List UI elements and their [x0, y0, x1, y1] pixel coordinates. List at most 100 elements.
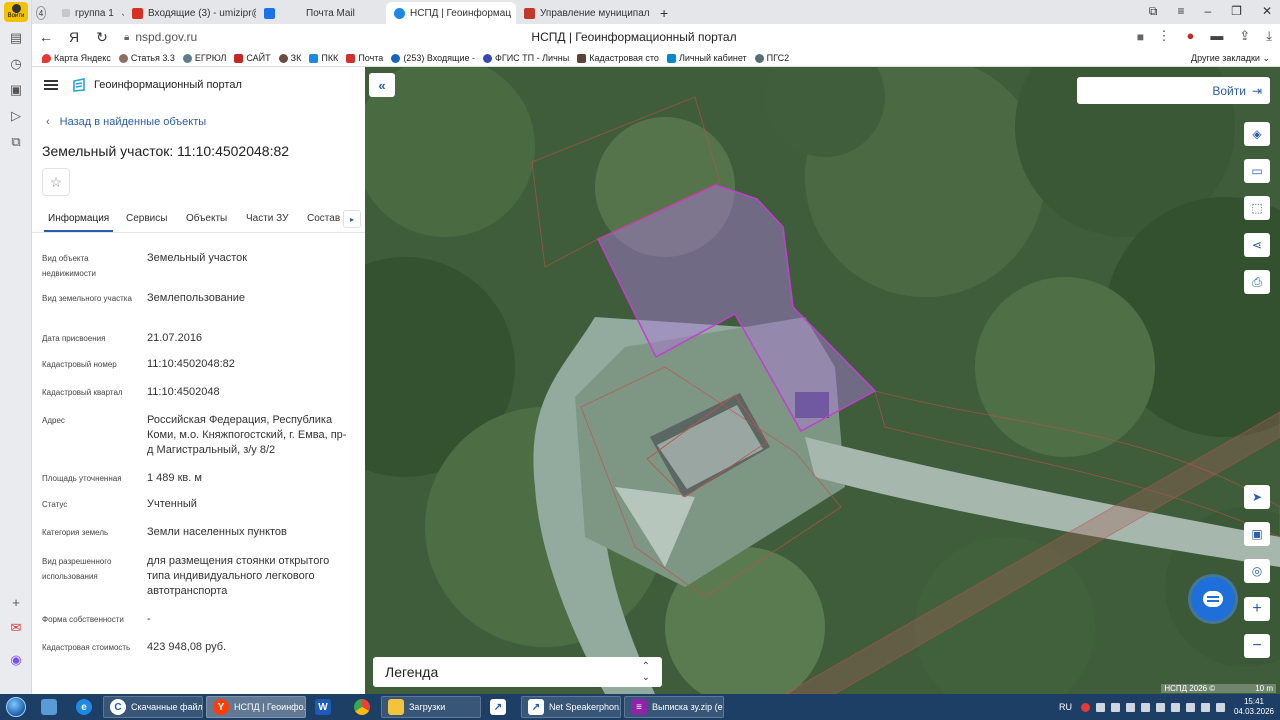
bookmarks-icon[interactable]: ⧉ [1149, 4, 1158, 19]
bookmark-item[interactable]: Личный кабинет [666, 53, 747, 63]
tray-icon[interactable] [1155, 702, 1165, 712]
tab-services[interactable]: Сервисы [126, 213, 167, 224]
chat-button[interactable] [1191, 577, 1235, 621]
bookmark-item[interactable]: ПКК [309, 53, 338, 63]
bookmark-icon[interactable]: ■ [1137, 30, 1144, 44]
share-icon[interactable]: ⇪ [1239, 28, 1250, 44]
bookmark-item[interactable]: Карта Яндекс [42, 53, 111, 63]
measure-button[interactable]: ▭ [1244, 159, 1270, 183]
history-icon[interactable]: ◷ [6, 54, 26, 74]
tab-mail[interactable]: Почта Mail [256, 2, 386, 24]
bookmark-item[interactable]: ЕГРЮЛ [182, 53, 226, 63]
my-location-button[interactable]: ◎ [1244, 559, 1270, 583]
taskbar-pin[interactable]: e [70, 696, 100, 718]
tray-icon[interactable] [1110, 702, 1120, 712]
clock[interactable]: 15:41 04.03.2026 [1234, 697, 1274, 717]
tab-information[interactable]: Информация [43, 213, 114, 232]
attribute-key: Вид разрешенного использования [42, 557, 112, 581]
taskbar-pin[interactable] [35, 696, 67, 718]
mail-icon[interactable]: ✉ [6, 618, 26, 638]
tab-objects[interactable]: Объекты [186, 213, 227, 224]
tab-composition[interactable]: Состав [307, 213, 340, 224]
download-icon[interactable]: ▬ [1210, 28, 1223, 44]
tab-municipal[interactable]: Управление муниципал [516, 2, 652, 24]
tabs-scroll-right-button[interactable]: ▸ [343, 210, 361, 228]
layers-button[interactable]: ◈ [1244, 122, 1270, 146]
taskbar-window[interactable]: Y НСПД | Геоинфо... [206, 696, 306, 718]
taskbar-pin[interactable]: W [309, 696, 345, 718]
minimap-button[interactable]: ▣ [1244, 522, 1270, 546]
downloads-icon[interactable]: ⤓ [1266, 28, 1272, 44]
minimize-icon[interactable]: – [1204, 4, 1211, 19]
screenshot-icon[interactable]: ⧉ [6, 132, 26, 152]
other-bookmarks[interactable]: Другие закладки ⌄ [1191, 53, 1270, 64]
yandex-icon[interactable]: Я [60, 29, 88, 45]
back-to-results-link[interactable]: ‹ Назад в найденные объекты [46, 116, 206, 128]
share-button[interactable]: ⋖ [1244, 233, 1270, 257]
map-view[interactable]: « Войти ⇥ ◈ ▭ ⬚ ⋖ ⎙ ➤ ▣ ◎ + − Легенда ⌃ ⌄… [365, 67, 1280, 694]
windows-taskbar: e C Скачанные файл... Y НСПД | Геоинфо..… [0, 694, 1280, 720]
calendar-icon[interactable]: ▣ [6, 80, 26, 100]
extension-icon[interactable]: ● [1186, 28, 1194, 44]
menu-icon[interactable] [44, 80, 58, 90]
legend-dropdown[interactable]: Легенда ⌃ ⌄ [373, 657, 662, 687]
print-button[interactable]: ⎙ [1244, 270, 1270, 294]
tab-gmail[interactable]: Входящие (3) - umizipr@ [124, 2, 256, 24]
taskbar-pin[interactable] [348, 696, 378, 718]
back-icon[interactable]: ← [32, 29, 60, 45]
tray-icon[interactable] [1080, 702, 1090, 712]
add-icon[interactable]: + [6, 592, 26, 612]
attribute-key: Категория земель [42, 528, 109, 537]
favorite-star-button[interactable]: ☆ [42, 168, 70, 196]
bookmark-item[interactable]: Почта [346, 53, 383, 63]
new-tab-button[interactable]: + [652, 2, 678, 24]
bookmark-item[interactable]: ФГИС ТП - Личны [483, 53, 569, 63]
locate-button[interactable]: ➤ [1244, 485, 1270, 509]
tab-zu-parts[interactable]: Части ЗУ [246, 213, 288, 224]
select-area-button[interactable]: ⬚ [1244, 196, 1270, 220]
tab-counter[interactable]: 4 [32, 2, 54, 24]
chevron-updown-icon: ⌃ ⌄ [641, 661, 650, 683]
start-button[interactable] [0, 694, 32, 720]
bookmark-item[interactable]: ПГС2 [754, 53, 789, 63]
tab-nspd[interactable]: НСПД | Геоинформац ✕ [386, 2, 516, 24]
volume-icon[interactable] [1215, 702, 1225, 712]
taskbar-window[interactable]: ≡ Выписка зу.zip (е... [624, 696, 724, 718]
tray-icon[interactable] [1140, 702, 1150, 712]
tray-icon[interactable] [1125, 702, 1135, 712]
bookmark-item[interactable]: Кадастровая сто [577, 53, 659, 63]
collections-icon[interactable]: ▤ [6, 28, 26, 48]
taskbar-window[interactable]: C Скачанные файл... [103, 696, 203, 718]
bookmark-favicon [577, 53, 587, 63]
bookmark-item[interactable]: (253) Входящие - [391, 53, 475, 63]
bookmark-favicon [234, 53, 244, 63]
reload-icon[interactable]: ↻ [88, 29, 116, 46]
zoom-out-button[interactable]: − [1244, 634, 1270, 658]
more-icon[interactable]: ⋮ [1157, 28, 1170, 44]
network-icon[interactable] [1200, 702, 1210, 712]
taskbar-window[interactable]: Загрузки [381, 696, 481, 718]
taskbar-pin[interactable]: ↗ [484, 696, 518, 718]
collapse-panel-button[interactable]: « [369, 73, 395, 97]
tab-group[interactable]: группа 1 ⌄ [54, 2, 124, 24]
attribute-value: Земли населенных пунктов [147, 526, 287, 538]
toolbar-icons: ⋮ ● ▬ ⇪ ⤓ [1157, 28, 1272, 44]
restore-icon[interactable]: ❐ [1231, 4, 1242, 19]
tray-icon[interactable] [1095, 702, 1105, 712]
tray-icon[interactable] [1185, 702, 1195, 712]
bookmark-item[interactable]: САЙТ [234, 53, 271, 63]
taskbar-window[interactable]: ↗ Net Speakerphon... [521, 696, 621, 718]
bookmark-item[interactable]: Статья 3.3 [118, 53, 175, 63]
language-indicator[interactable]: RU [1059, 702, 1072, 712]
tray-icon[interactable] [1170, 702, 1180, 712]
close-icon[interactable]: ✕ [1262, 4, 1272, 19]
profile-avatar[interactable]: Войти [4, 2, 28, 22]
url-field[interactable]: 🔒︎ nspd.gov.ru НСПД | Геоинформационный … [124, 27, 1144, 47]
play-icon[interactable]: ▷ [6, 106, 26, 126]
chevron-left-icon: ‹ [46, 116, 50, 128]
bookmark-item[interactable]: ЗК [278, 53, 301, 63]
login-button[interactable]: Войти ⇥ [1077, 77, 1270, 104]
menu-icon[interactable]: ≡ [1177, 4, 1184, 19]
alice-icon[interactable]: ◉ [6, 650, 26, 670]
zoom-in-button[interactable]: + [1244, 597, 1270, 621]
